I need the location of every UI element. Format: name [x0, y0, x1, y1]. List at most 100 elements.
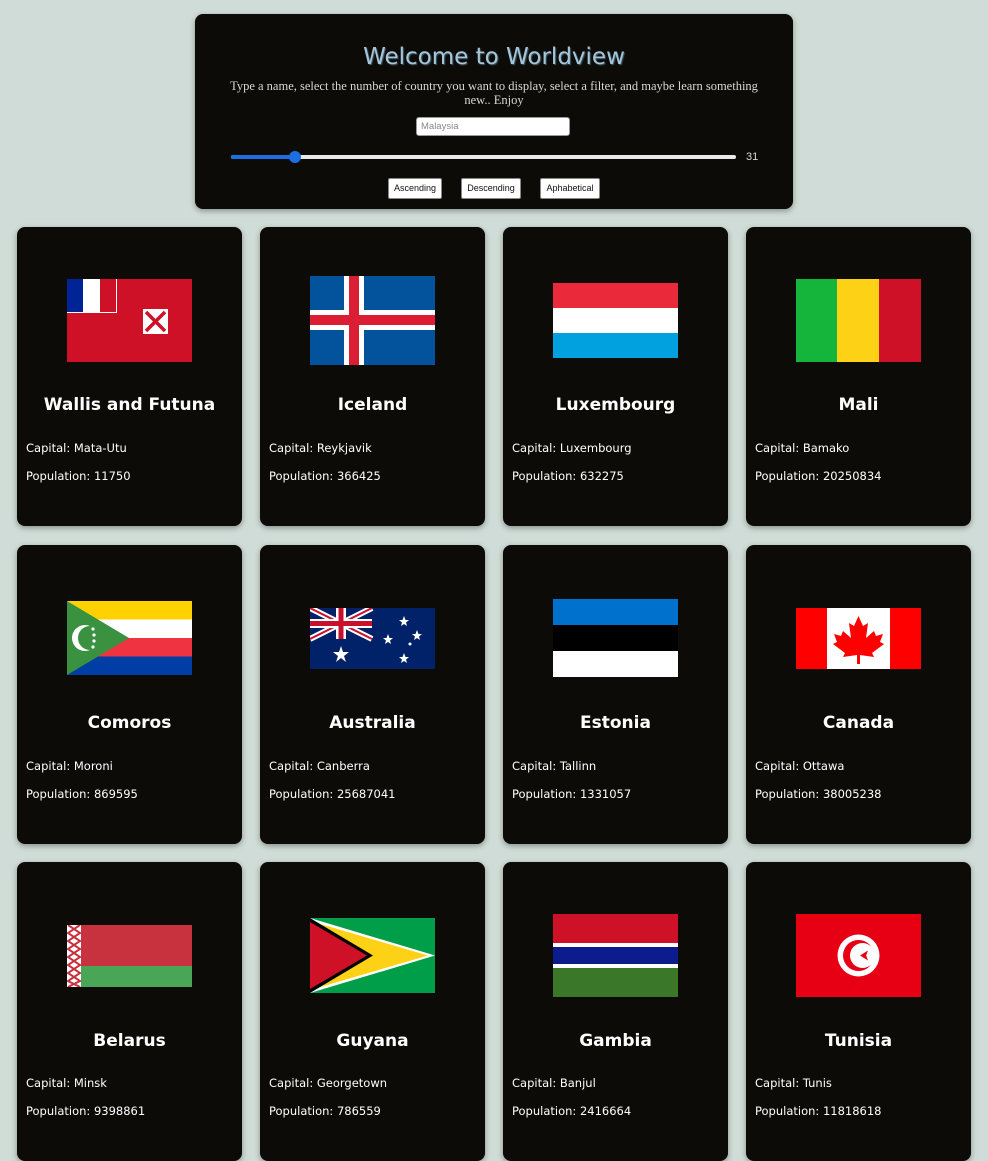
population-label: Population:: [512, 787, 580, 801]
country-name: Iceland: [337, 395, 408, 415]
capital-label: Capital:: [755, 1076, 803, 1090]
country-name: Luxembourg: [555, 395, 676, 415]
capital-value: Reykjavik: [316, 441, 372, 455]
population-label: Population:: [269, 469, 337, 483]
population-value: 869595: [93, 787, 138, 801]
population-label: Population:: [26, 787, 94, 801]
population-line: Population: 632275: [512, 469, 624, 483]
country-card[interactable]: Belarus Capital: Minsk Population: 93988…: [17, 862, 242, 1161]
alphabetical-button[interactable]: Aphabetical: [540, 178, 600, 199]
capital-label: Capital:: [26, 1076, 74, 1090]
capital-value: Tallinn: [559, 759, 597, 773]
capital-line: Capital: Mata-Utu: [26, 441, 127, 455]
population-label: Population:: [512, 469, 580, 483]
mali-flag-icon: [796, 279, 921, 362]
country-count-slider[interactable]: [231, 150, 736, 164]
tunisia-flag-icon: [796, 914, 921, 997]
population-line: Population: 9398861: [26, 1104, 145, 1118]
capital-line: Capital: Bamako: [755, 441, 849, 455]
country-name: Gambia: [579, 1031, 652, 1051]
population-line: Population: 869595: [26, 787, 138, 801]
capital-label: Capital:: [512, 441, 560, 455]
country-card[interactable]: Australia Capital: Canberra Population: …: [260, 545, 485, 844]
capital-line: Capital: Tallinn: [512, 759, 596, 773]
country-name: Belarus: [93, 1031, 166, 1051]
population-line: Population: 2416664: [512, 1104, 631, 1118]
capital-value: Ottawa: [802, 759, 845, 773]
capital-value: Canberra: [316, 759, 370, 773]
population-value: 786559: [336, 1104, 381, 1118]
population-line: Population: 11818618: [755, 1104, 882, 1118]
descending-button[interactable]: Descending: [461, 178, 521, 199]
australia-flag-icon: [310, 608, 435, 669]
capital-value: Tunis: [802, 1076, 832, 1090]
population-value: 11818618: [822, 1104, 882, 1118]
population-label: Population:: [26, 1104, 94, 1118]
country-card[interactable]: Luxembourg Capital: Luxembourg Populatio…: [503, 227, 728, 526]
search-input[interactable]: [416, 117, 570, 136]
comoros-flag-icon: [67, 601, 192, 675]
capital-line: Capital: Minsk: [26, 1076, 107, 1090]
population-label: Population:: [755, 469, 823, 483]
population-value: 1331057: [579, 787, 632, 801]
country-card[interactable]: Wallis and Futuna Capital: Mata-Utu Popu…: [17, 227, 242, 526]
capital-label: Capital:: [755, 759, 803, 773]
country-card[interactable]: Iceland Capital: Reykjavik Population: 3…: [260, 227, 485, 526]
capital-label: Capital:: [512, 759, 560, 773]
population-label: Population:: [269, 787, 337, 801]
capital-label: Capital:: [26, 759, 74, 773]
population-line: Population: 11750: [26, 469, 131, 483]
capital-label: Capital:: [269, 441, 317, 455]
country-card[interactable]: Comoros Capital: Moroni Population: 8695…: [17, 545, 242, 844]
country-name: Australia: [329, 713, 416, 733]
population-line: Population: 1331057: [512, 787, 631, 801]
capital-value: Georgetown: [316, 1076, 388, 1090]
population-line: Population: 20250834: [755, 469, 882, 483]
population-value: 632275: [579, 469, 624, 483]
capital-line: Capital: Ottawa: [755, 759, 844, 773]
country-card[interactable]: Mali Capital: Bamako Population: 2025083…: [746, 227, 971, 526]
country-name: Canada: [822, 713, 895, 733]
population-label: Population:: [26, 469, 94, 483]
slider-value: 31: [746, 151, 759, 163]
country-card[interactable]: Gambia Capital: Banjul Population: 24166…: [503, 862, 728, 1161]
country-card[interactable]: Tunisia Capital: Tunis Population: 11818…: [746, 862, 971, 1161]
country-name: Guyana: [336, 1031, 409, 1051]
capital-line: Capital: Georgetown: [269, 1076, 387, 1090]
country-card[interactable]: Estonia Capital: Tallinn Population: 133…: [503, 545, 728, 844]
country-card[interactable]: Canada Capital: Ottawa Population: 38005…: [746, 545, 971, 844]
population-label: Population:: [512, 1104, 580, 1118]
capital-value: Minsk: [73, 1076, 107, 1090]
capital-label: Capital:: [269, 759, 317, 773]
capital-line: Capital: Reykjavik: [269, 441, 372, 455]
capital-line: Capital: Luxembourg: [512, 441, 632, 455]
wallis-and-futuna-flag-icon: [67, 279, 192, 362]
capital-value: Banjul: [559, 1076, 596, 1090]
capital-value: Bamako: [802, 441, 850, 455]
population-value: 9398861: [93, 1104, 146, 1118]
capital-label: Capital:: [26, 441, 74, 455]
iceland-flag-icon: [310, 276, 435, 365]
slider-track: [231, 155, 736, 159]
population-value: 2416664: [579, 1104, 632, 1118]
capital-line: Capital: Canberra: [269, 759, 370, 773]
capital-value: Moroni: [73, 759, 113, 773]
population-line: Population: 366425: [269, 469, 381, 483]
country-card[interactable]: Guyana Capital: Georgetown Population: 7…: [260, 862, 485, 1161]
header-panel: Welcome to Worldview Type a name, select…: [195, 14, 793, 209]
population-label: Population:: [755, 1104, 823, 1118]
slider-fill: [231, 155, 295, 159]
country-name: Comoros: [87, 713, 172, 733]
country-name: Estonia: [580, 713, 651, 733]
slider-thumb[interactable]: [289, 151, 301, 163]
intro-text: Type a name, select the number of countr…: [230, 79, 758, 107]
ascending-button[interactable]: Ascending: [388, 178, 442, 199]
capital-line: Capital: Banjul: [512, 1076, 596, 1090]
estonia-flag-icon: [553, 599, 678, 677]
belarus-flag-icon: [67, 925, 192, 987]
country-name: Wallis and Futuna: [43, 395, 216, 415]
country-name: Tunisia: [824, 1031, 893, 1051]
population-label: Population:: [269, 1104, 337, 1118]
population-value: 20250834: [822, 469, 882, 483]
canada-flag-icon: [796, 608, 921, 669]
